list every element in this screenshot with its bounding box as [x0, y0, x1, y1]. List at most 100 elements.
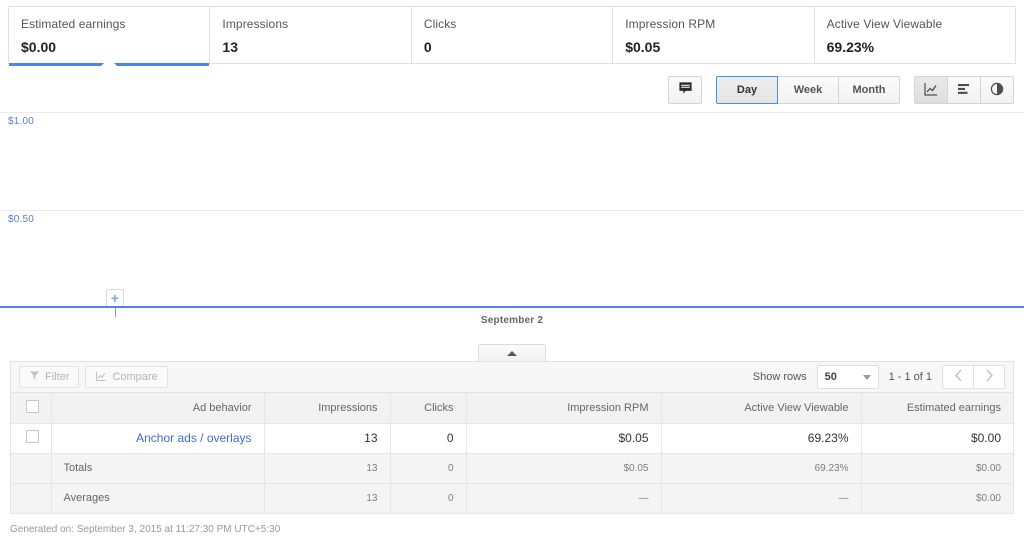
- table-header: Ad behavior Impressions Clicks Impressio…: [11, 393, 1013, 424]
- select-all-cell: [11, 393, 52, 424]
- row-active-view-viewable-cell: 69.23%: [661, 423, 862, 454]
- speech-bubble-icon: [678, 81, 693, 99]
- granularity-week-button[interactable]: Week: [777, 76, 839, 104]
- chart-gridline-top: [0, 112, 1024, 113]
- totals-label: Totals: [51, 453, 265, 484]
- earnings-chart: $1.00 $0.50 + September 2: [0, 108, 1024, 340]
- averages-clicks: 0: [390, 483, 467, 514]
- totals-clicks: 0: [390, 453, 467, 484]
- totals-active-view-viewable: 69.23%: [661, 453, 862, 484]
- metric-card-value: 0: [423, 39, 432, 55]
- chevron-right-icon: [985, 369, 994, 385]
- averages-label: Averages: [51, 483, 265, 514]
- chart-y-tick-label: $1.00: [8, 116, 35, 127]
- row-impression-rpm-cell: $0.05: [466, 423, 662, 454]
- pie-chart-icon: [989, 81, 1005, 100]
- metric-card-label: Impression RPM: [625, 17, 716, 31]
- totals-estimated-earnings: $0.00: [861, 453, 1013, 484]
- chart-type-line-button[interactable]: [914, 76, 948, 104]
- metric-card-impressions[interactable]: Impressions 13: [210, 7, 412, 63]
- column-header-impression-rpm[interactable]: Impression RPM: [466, 393, 662, 424]
- averages-impressions: 13: [264, 483, 391, 514]
- line-chart-icon: [923, 81, 939, 100]
- chevron-down-icon: [862, 374, 871, 380]
- metric-card-label: Clicks: [423, 17, 457, 31]
- generated-on-footer: Generated on: September 3, 2015 at 11:27…: [10, 524, 281, 535]
- column-header-ad-behavior[interactable]: Ad behavior: [51, 393, 265, 424]
- metric-card-label: Estimated earnings: [21, 17, 126, 31]
- reports-page: Estimated earnings $0.00 Impressions 13 …: [0, 0, 1024, 538]
- chart-toolbar: Day Week Month: [668, 76, 1014, 104]
- select-all-checkbox[interactable]: [25, 399, 39, 413]
- rows-per-page-value: 50: [824, 371, 837, 383]
- compare-button[interactable]: Compare: [85, 366, 168, 388]
- chart-gridline-mid: [0, 210, 1024, 211]
- collapse-chart-toggle[interactable]: [478, 344, 546, 361]
- table-toolbar: Filter Compare Show rows 50 1 - 1 of 1: [11, 362, 1013, 393]
- averages-impression-rpm: —: [466, 483, 662, 514]
- row-impressions-cell: 13: [264, 423, 391, 454]
- rows-per-page-select[interactable]: 50: [816, 365, 879, 389]
- table-header-row: Ad behavior Impressions Clicks Impressio…: [11, 393, 1013, 424]
- averages-spacer-cell: [11, 483, 52, 514]
- averages-estimated-earnings: $0.00: [861, 483, 1013, 514]
- chart-type-toggle-group: [914, 76, 1014, 104]
- granularity-day-button[interactable]: Day: [716, 76, 778, 104]
- metric-card-value: 13: [222, 39, 238, 55]
- metric-card-notch: [101, 58, 118, 66]
- pagination-controls: Show rows 50 1 - 1 of 1: [753, 365, 1005, 389]
- column-header-active-view-viewable[interactable]: Active View Viewable: [661, 393, 862, 424]
- metric-card-label: Impressions: [222, 17, 289, 31]
- row-select-cell: [11, 423, 52, 454]
- report-table: Ad behavior Impressions Clicks Impressio…: [11, 393, 1013, 514]
- pagination-range-label: 1 - 1 of 1: [888, 371, 932, 383]
- compare-label: Compare: [112, 371, 158, 383]
- bar-chart-icon: [956, 81, 972, 100]
- row-ad-behavior-cell: Anchor ads / overlays: [51, 423, 265, 454]
- totals-row: Totals 13 0 $0.05 69.23% $0.00: [11, 453, 1013, 484]
- metric-card-impression-rpm[interactable]: Impression RPM $0.05: [613, 7, 815, 63]
- totals-spacer-cell: [11, 453, 52, 484]
- show-rows-label: Show rows: [752, 371, 807, 383]
- metric-card-estimated-earnings[interactable]: Estimated earnings $0.00: [9, 7, 211, 66]
- filter-label: Filter: [45, 371, 70, 383]
- line-chart-icon: [95, 370, 107, 385]
- averages-active-view-viewable: —: [661, 483, 862, 514]
- next-page-button[interactable]: [973, 365, 1005, 389]
- chevron-left-icon: [954, 369, 963, 385]
- metric-card-value: $0.05: [625, 39, 661, 55]
- ad-behavior-link[interactable]: Anchor ads / overlays: [136, 431, 251, 445]
- chart-x-tick-label: September 2: [480, 315, 544, 326]
- table-body: Anchor ads / overlays 13 0 $0.05 69.23% …: [11, 423, 1013, 514]
- funnel-icon: [29, 370, 40, 384]
- granularity-month-button[interactable]: Month: [838, 76, 900, 104]
- row-clicks-cell: 0: [390, 423, 467, 454]
- chart-y-tick-label: $0.50: [8, 214, 35, 225]
- chart-type-bar-button[interactable]: [947, 76, 981, 104]
- annotations-button[interactable]: [668, 76, 702, 104]
- caret-up-icon: [507, 350, 517, 356]
- previous-page-button[interactable]: [942, 365, 974, 389]
- metric-card-clicks[interactable]: Clicks 0: [411, 7, 614, 63]
- column-header-impressions[interactable]: Impressions: [264, 393, 391, 424]
- add-annotation-marker[interactable]: +: [106, 289, 124, 307]
- metric-card-label: Active View Viewable: [826, 17, 943, 31]
- metric-cards: Estimated earnings $0.00 Impressions 13 …: [8, 6, 1016, 66]
- metric-card-value: $0.00: [21, 39, 57, 55]
- row-estimated-earnings-cell: $0.00: [861, 423, 1013, 454]
- totals-impression-rpm: $0.05: [466, 453, 662, 484]
- pagination-nav-group: [942, 365, 1005, 389]
- totals-impressions: 13: [264, 453, 391, 484]
- table-row: Anchor ads / overlays 13 0 $0.05 69.23% …: [11, 423, 1013, 454]
- chart-type-pie-button[interactable]: [980, 76, 1014, 104]
- report-table-panel: Filter Compare Show rows 50 1 - 1 of 1 A…: [10, 361, 1014, 514]
- averages-row: Averages 13 0 — — $0.00: [11, 483, 1013, 514]
- metric-card-value: 69.23%: [826, 39, 875, 55]
- metric-card-active-view-viewable[interactable]: Active View Viewable 69.23%: [814, 7, 1016, 63]
- column-header-estimated-earnings[interactable]: Estimated earnings: [861, 393, 1013, 424]
- filter-button[interactable]: Filter: [19, 366, 80, 388]
- granularity-toggle-group: Day Week Month: [716, 76, 900, 104]
- column-header-clicks[interactable]: Clicks: [390, 393, 467, 424]
- chart-series-line: [0, 306, 1024, 308]
- row-checkbox[interactable]: [25, 430, 39, 443]
